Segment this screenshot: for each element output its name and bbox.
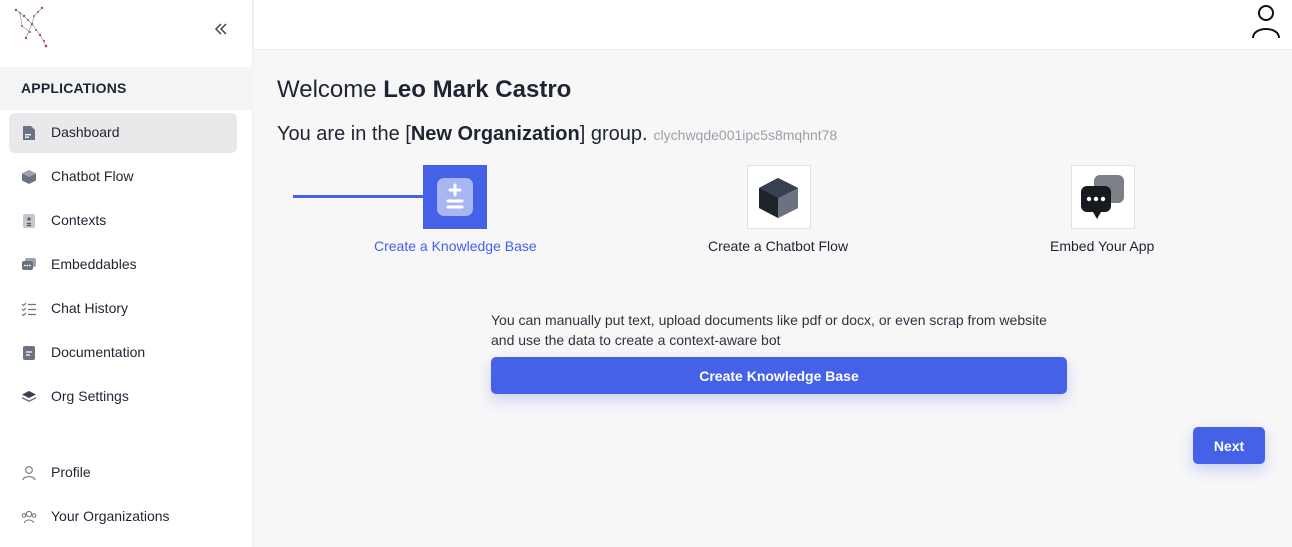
- users-icon: [21, 510, 37, 524]
- sidebar-item-label: Chatbot Flow: [51, 168, 134, 184]
- sidebar-item-documentation[interactable]: Documentation: [9, 333, 237, 373]
- sidebar-item-label: Your Organizations: [51, 508, 170, 524]
- sidebar-item-chatbot-flow[interactable]: Chatbot Flow: [9, 157, 237, 197]
- step-knowledge-base[interactable]: [423, 165, 487, 229]
- description-line-2: and use the data to create a context-awa…: [491, 332, 781, 348]
- collapse-sidebar-button[interactable]: [210, 18, 232, 40]
- group-suffix: ] group.: [579, 123, 648, 145]
- group-prefix: You are in the [: [277, 123, 411, 145]
- chat-bubbles-icon: [1081, 175, 1124, 219]
- top-bar: [254, 0, 1292, 50]
- chevrons-left-icon: [214, 23, 227, 35]
- cube-icon: [759, 178, 798, 218]
- knowledge-base-icon: [437, 178, 473, 216]
- sidebar-item-label: Profile: [51, 464, 91, 480]
- welcome-prefix: Welcome: [277, 76, 384, 103]
- sidebar-item-contexts[interactable]: Contexts: [9, 201, 237, 241]
- step-label-chatbot-flow[interactable]: Create a Chatbot Flow: [708, 238, 848, 254]
- sidebar-item-profile[interactable]: Profile: [9, 453, 237, 493]
- user-avatar-icon: [1252, 5, 1280, 39]
- user-icon: [22, 466, 36, 481]
- dashboard-icon: [23, 126, 35, 140]
- sidebar-item-your-organizations[interactable]: Your Organizations: [9, 497, 237, 537]
- organization-name: New Organization: [410, 123, 580, 145]
- create-knowledge-base-button[interactable]: Create Knowledge Base: [491, 357, 1067, 394]
- document-icon: [23, 346, 35, 360]
- step-progress-line: [293, 195, 426, 198]
- cube-icon: [22, 170, 36, 184]
- applications-title: APPLICATIONS: [21, 80, 127, 96]
- step-description: You can manually put text, upload docume…: [491, 310, 1091, 350]
- welcome-heading: Welcome Leo Mark Castro: [277, 76, 571, 104]
- step-label-embed-app[interactable]: Embed Your App: [1050, 238, 1154, 254]
- sidebar-item-label: Org Settings: [51, 388, 129, 404]
- description-line-1: You can manually put text, upload docume…: [491, 312, 1047, 328]
- sidebar-item-label: Documentation: [51, 344, 146, 360]
- group-line: You are in the [New Organization] group.…: [277, 123, 837, 146]
- organization-id: clychwqde001ipc5s8mqhnt78: [653, 127, 838, 143]
- sidebar-item-label: Dashboard: [51, 124, 120, 140]
- sidebar-item-label: Embeddables: [51, 256, 137, 272]
- sidebar: APPLICATIONS Dashboard Chatbot Flow Cont…: [0, 0, 253, 547]
- sidebar-item-org-settings[interactable]: Org Settings: [9, 377, 237, 417]
- checklist-icon: [21, 302, 36, 317]
- sidebar-item-embeddables[interactable]: Embeddables: [9, 245, 237, 285]
- sidebar-item-chat-history[interactable]: Chat History: [9, 289, 237, 329]
- user-name: Leo Mark Castro: [383, 76, 572, 103]
- sidebar-item-label: Contexts: [51, 212, 107, 228]
- layers-icon: [22, 391, 36, 402]
- step-embed-app[interactable]: [1071, 165, 1135, 229]
- step-label-knowledge-base[interactable]: Create a Knowledge Base: [374, 238, 537, 254]
- step-chatbot-flow[interactable]: [747, 165, 811, 229]
- contexts-icon: [23, 214, 35, 228]
- sidebar-item-label: Chat History: [51, 300, 129, 316]
- sidebar-item-dashboard[interactable]: Dashboard: [9, 113, 237, 153]
- app-logo[interactable]: [10, 4, 54, 52]
- next-button[interactable]: Next: [1193, 427, 1265, 464]
- applications-section-header: APPLICATIONS: [0, 67, 253, 110]
- user-menu-button[interactable]: [1250, 2, 1282, 40]
- chat-bubble-icon: [22, 258, 36, 270]
